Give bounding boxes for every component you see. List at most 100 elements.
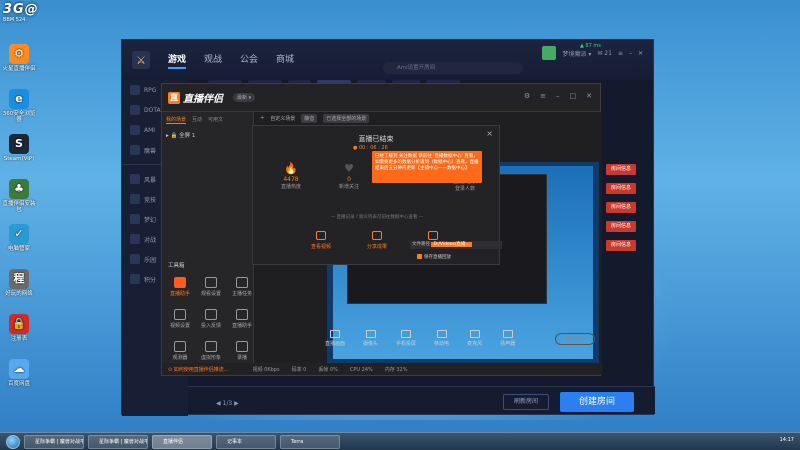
app-icon[interactable]: S <box>9 134 29 154</box>
maximize-icon[interactable]: □ <box>570 92 577 100</box>
checkbox-icon[interactable] <box>417 254 422 259</box>
desktop-icon-label: 火星直播伴侣 <box>2 66 36 72</box>
user-area[interactable]: 梦境魔派 ▾ ✉ 21 ≡ – ✕ <box>542 46 643 60</box>
tool-button[interactable]: 虚拟形象 <box>197 341 225 361</box>
desktop-icon-label: 注册表 <box>10 336 28 342</box>
taskbar-item[interactable]: 直播伴侣 <box>152 434 212 449</box>
pager[interactable]: ◀ 1/3 ▶ <box>216 400 239 407</box>
help-link[interactable]: ⊙ 如何使用直播伴侣推流... <box>168 366 229 373</box>
source-button[interactable]: 麦克风 <box>467 329 482 347</box>
source-button[interactable]: 移动电 <box>434 329 450 347</box>
dialog-title: 直播已结束 <box>358 135 394 143</box>
dialog-action-button[interactable]: 分享成果 <box>357 231 397 250</box>
stat-value: 4478 <box>283 176 299 183</box>
scene-chip[interactable]: 已选择全部的场景 <box>323 113 370 123</box>
taskbar-item[interactable]: 记事本 <box>216 434 276 449</box>
desktop-icon[interactable]: ✓ 电脑管家 <box>2 224 36 252</box>
room-info-button[interactable]: 房间信息 <box>606 164 636 175</box>
desktop-icon[interactable]: ☁ 百度网盘 <box>2 359 36 387</box>
live-logo: 直 直播伴侣 <box>168 91 223 105</box>
user-name[interactable]: 梦境魔派 ▾ <box>562 49 591 58</box>
scene-tab[interactable]: 可用文 <box>208 116 223 124</box>
room-info-button[interactable]: 房间信息 <box>606 202 636 213</box>
refresh-room-button[interactable]: 刷新房间 <box>503 394 549 410</box>
sidebar-item-label: RPG <box>144 86 157 94</box>
desktop-logo: 3G@ BBM 524 <box>3 2 39 23</box>
game-icon <box>130 125 140 135</box>
tool-button[interactable]: 直播助手 <box>228 309 256 329</box>
desktop-icon[interactable]: 程好玩的网络 <box>2 269 36 297</box>
dialog-note: — 直播记录 / 观众列表可前往数据中心查看 — <box>330 215 424 220</box>
save-replay-checkbox[interactable]: 保存直播回放 <box>417 254 451 260</box>
minimize-icon[interactable]: – <box>556 92 560 100</box>
close-icon[interactable]: × <box>486 129 493 138</box>
tool-button[interactable]: 主播任务 <box>228 277 256 297</box>
source-label: 手机投屏 <box>396 340 417 347</box>
action-icon <box>372 231 382 240</box>
taskbar-item[interactable]: 星际争霸 | 魔兽对战平台 <box>24 434 84 449</box>
tool-label: 主播任务 <box>231 291 252 297</box>
app-icon[interactable]: ♣ <box>9 179 29 199</box>
room-info-button[interactable]: 房间信息 <box>606 240 636 251</box>
app-icon[interactable]: 程 <box>9 269 29 289</box>
dialog-action-button[interactable]: 查看视频 <box>301 231 341 250</box>
game-icon <box>130 254 140 264</box>
tool-label: 录播 <box>236 355 247 361</box>
game-icon <box>130 234 140 244</box>
search-input[interactable]: Ami设置开房间 <box>383 62 523 74</box>
source-button[interactable]: 直播画面 <box>325 329 345 347</box>
source-button[interactable]: 扬声器 <box>500 329 515 347</box>
version-badge[interactable]: 最新 ▾ <box>233 93 256 102</box>
sidebar-item-label: 积分 <box>144 276 157 284</box>
taskbar-item[interactable]: 星际争霸 | 魔兽对战平台 <box>88 434 148 449</box>
tool-button[interactable]: 录播 <box>228 341 256 361</box>
tool-button[interactable]: 观测器 <box>166 341 194 361</box>
start-button[interactable] <box>6 434 20 449</box>
close-icon[interactable]: ✕ <box>586 92 592 100</box>
status-item: 视频 0Kbps <box>252 366 280 373</box>
source-button[interactable]: 摄像头 <box>363 329 378 347</box>
nav-tab[interactable]: 观战 <box>204 52 222 69</box>
mail-icon[interactable]: ✉ 21 <box>597 50 612 57</box>
scene-item[interactable]: ▸ 🔒 全屏 1 <box>166 131 249 139</box>
mute-chip[interactable]: 静音 <box>301 113 318 123</box>
room-info-button[interactable]: 房间信息 <box>606 183 636 194</box>
desktop-icon[interactable]: 🔒 注册表 <box>2 314 36 342</box>
close-icon[interactable]: ✕ <box>638 50 643 57</box>
scene-tab[interactable]: 互动 <box>192 116 202 124</box>
source-label: 移动电 <box>434 340 450 347</box>
desktop-icon[interactable]: ♣ 直播伴侣安装包 <box>2 179 36 214</box>
source-button[interactable]: 手机投屏 <box>396 329 417 347</box>
app-icon[interactable]: ⚙ <box>9 44 29 64</box>
tool-button[interactable]: 观看设置 <box>197 277 225 297</box>
desktop-icon[interactable]: ⚙ 火星直播伴侣 <box>2 44 36 72</box>
room-info-button[interactable]: 房间信息 <box>606 221 636 232</box>
desktop-icon[interactable]: e 360安全浏览器 <box>2 89 36 124</box>
app-icon[interactable]: ☁ <box>9 359 29 379</box>
source-icon <box>365 329 376 338</box>
tool-button[interactable]: 视频设置 <box>166 309 194 329</box>
menu-icon[interactable]: ≡ <box>540 92 546 100</box>
create-room-button[interactable]: 创建房间 <box>560 392 634 412</box>
scene-tab[interactable]: 我的场景 <box>166 116 187 124</box>
desktop-icon[interactable]: S Steam(ViP) <box>2 134 36 162</box>
menu-icon[interactable]: ≡ <box>618 50 623 57</box>
app-icon[interactable]: ✓ <box>9 224 29 244</box>
settings-icon[interactable]: ⚙ <box>524 92 530 100</box>
minimize-icon[interactable]: – <box>629 50 632 57</box>
sidebar-item-label: 魔兽 <box>144 147 157 155</box>
nav-tab[interactable]: 商城 <box>276 52 294 69</box>
app-icon[interactable]: e <box>9 89 29 109</box>
nav-tab[interactable]: 公会 <box>240 52 258 69</box>
nav-tab[interactable]: 游戏 <box>168 52 187 69</box>
action-label: 查看视频 <box>310 244 331 250</box>
source-icon <box>436 329 447 338</box>
add-icon[interactable]: + <box>260 115 264 121</box>
tool-button[interactable]: 直播助手 <box>166 277 194 297</box>
more-button[interactable]: 选择更多 <box>555 333 595 345</box>
file-path[interactable]: 文件路径 D:/Videos/直播... <box>410 241 502 249</box>
avatar[interactable] <box>542 46 557 60</box>
taskbar-item[interactable]: Terra <box>280 434 340 449</box>
app-icon[interactable]: 🔒 <box>9 314 29 334</box>
tool-button[interactable]: 投入反馈 <box>197 309 225 329</box>
